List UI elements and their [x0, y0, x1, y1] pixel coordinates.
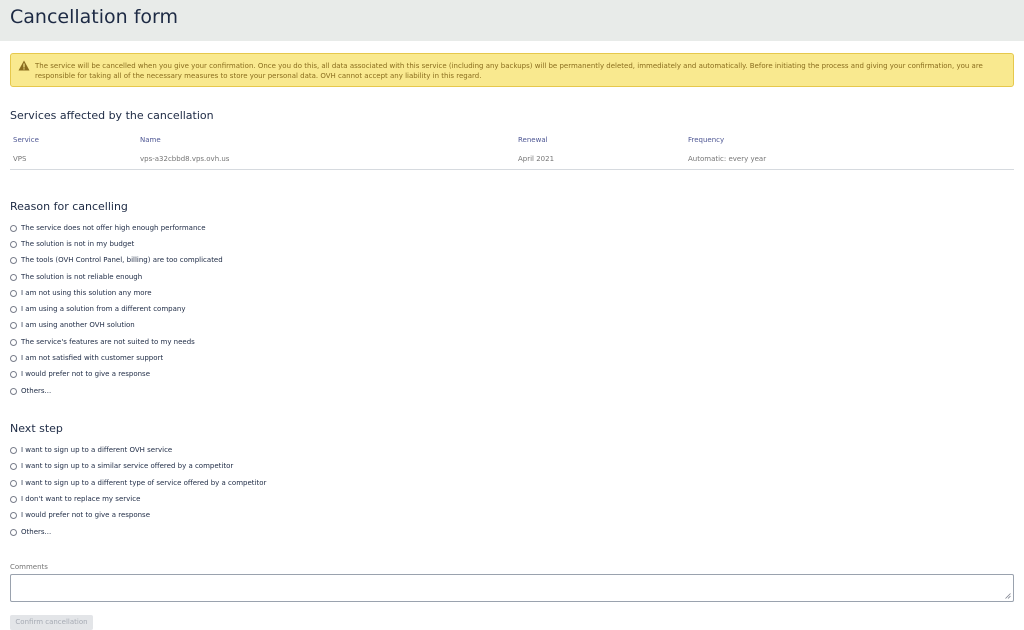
next-step-option-label: I would prefer not to give a response [21, 511, 151, 519]
column-header-name: Name [140, 136, 161, 144]
radio-button[interactable] [10, 462, 17, 470]
reason-option[interactable]: The solution is not in my budget [10, 238, 134, 250]
reason-option[interactable]: I would prefer not to give a response [10, 368, 150, 380]
radio-button[interactable] [10, 528, 17, 536]
next-step-option-label: I want to sign up to a similar service o… [21, 462, 234, 470]
comments-label: Comments [10, 563, 48, 571]
reason-option[interactable]: Others... [10, 385, 51, 397]
radio-button[interactable] [10, 338, 17, 346]
radio-button[interactable] [10, 446, 17, 454]
reason-option-label: The service does not offer high enough p… [21, 224, 206, 232]
reason-option[interactable]: I am using another OVH solution [10, 319, 135, 331]
warning-text: The service will be cancelled when you g… [35, 62, 983, 80]
cell-renewal: April 2021 [518, 155, 555, 163]
reason-option-label: The solution is not reliable enough [21, 273, 143, 281]
radio-button[interactable] [10, 256, 17, 264]
next-step-option-label: I want to sign up to a different type of… [21, 479, 267, 487]
radio-button[interactable] [10, 511, 17, 519]
reason-option-label: I am using a solution from a different c… [21, 305, 186, 313]
table-row-divider [10, 169, 1014, 170]
next-step-option-label: Others... [21, 528, 52, 536]
services-section-title: Services affected by the cancellation [10, 109, 214, 122]
reason-option-label: The tools (OVH Control Panel, billing) a… [21, 256, 223, 264]
warning-triangle-icon [18, 60, 30, 71]
reason-option-label: I am not satisfied with customer support [21, 354, 164, 362]
next-step-option[interactable]: I don't want to replace my service [10, 493, 140, 505]
column-header-service: Service [13, 136, 39, 144]
reason-option-label: The solution is not in my budget [21, 240, 135, 248]
radio-button[interactable] [10, 370, 17, 378]
cell-name: vps-a32cbbd8.vps.ovh.us [140, 155, 230, 163]
radio-button[interactable] [10, 273, 17, 281]
next-step-option[interactable]: I want to sign up to a different OVH ser… [10, 444, 172, 456]
next-step-option[interactable]: I want to sign up to a different type of… [10, 477, 266, 489]
reason-option[interactable]: I am using a solution from a different c… [10, 303, 185, 315]
page-title: Cancellation form [10, 6, 179, 28]
radio-button[interactable] [10, 321, 17, 329]
next-step-option-label: I don't want to replace my service [21, 495, 141, 503]
radio-button[interactable] [10, 495, 17, 503]
reason-option[interactable]: The solution is not reliable enough [10, 271, 142, 283]
radio-button[interactable] [10, 224, 17, 232]
reason-option-label: Others... [21, 387, 52, 395]
reason-option-label: The service's features are not suited to… [21, 338, 195, 346]
next-step-option[interactable]: I want to sign up to a similar service o… [10, 460, 233, 472]
radio-button[interactable] [10, 289, 17, 297]
next-step-option[interactable]: I would prefer not to give a response [10, 509, 150, 521]
radio-button[interactable] [10, 240, 17, 248]
page-header: Cancellation form [0, 0, 1024, 41]
reason-option[interactable]: I am not using this solution any more [10, 287, 152, 299]
reason-option-label: I am not using this solution any more [21, 289, 152, 297]
column-header-renewal: Renewal [518, 136, 548, 144]
reason-option[interactable]: The service's features are not suited to… [10, 336, 195, 348]
radio-button[interactable] [10, 354, 17, 362]
reason-option[interactable]: The tools (OVH Control Panel, billing) a… [10, 254, 223, 266]
reason-option[interactable]: The service does not offer high enough p… [10, 222, 206, 234]
confirm-cancellation-button[interactable]: Confirm cancellation [10, 615, 93, 630]
radio-button[interactable] [10, 479, 17, 487]
reason-section-title: Reason for cancelling [10, 200, 128, 213]
warning-banner: The service will be cancelled when you g… [10, 53, 1014, 87]
comments-textarea[interactable] [10, 574, 1014, 602]
resize-grip-icon[interactable] [1005, 593, 1011, 599]
next-step-option[interactable]: Others... [10, 526, 51, 538]
reason-option[interactable]: I am not satisfied with customer support [10, 352, 163, 364]
radio-button[interactable] [10, 387, 17, 395]
next-step-option-label: I want to sign up to a different OVH ser… [21, 446, 173, 454]
reason-option-label: I would prefer not to give a response [21, 370, 151, 378]
column-header-frequency: Frequency [688, 136, 725, 144]
reason-option-label: I am using another OVH solution [21, 321, 135, 329]
cell-service: VPS [13, 155, 27, 163]
next-step-section-title: Next step [10, 422, 63, 435]
cell-frequency: Automatic: every year [688, 155, 767, 163]
radio-button[interactable] [10, 305, 17, 313]
